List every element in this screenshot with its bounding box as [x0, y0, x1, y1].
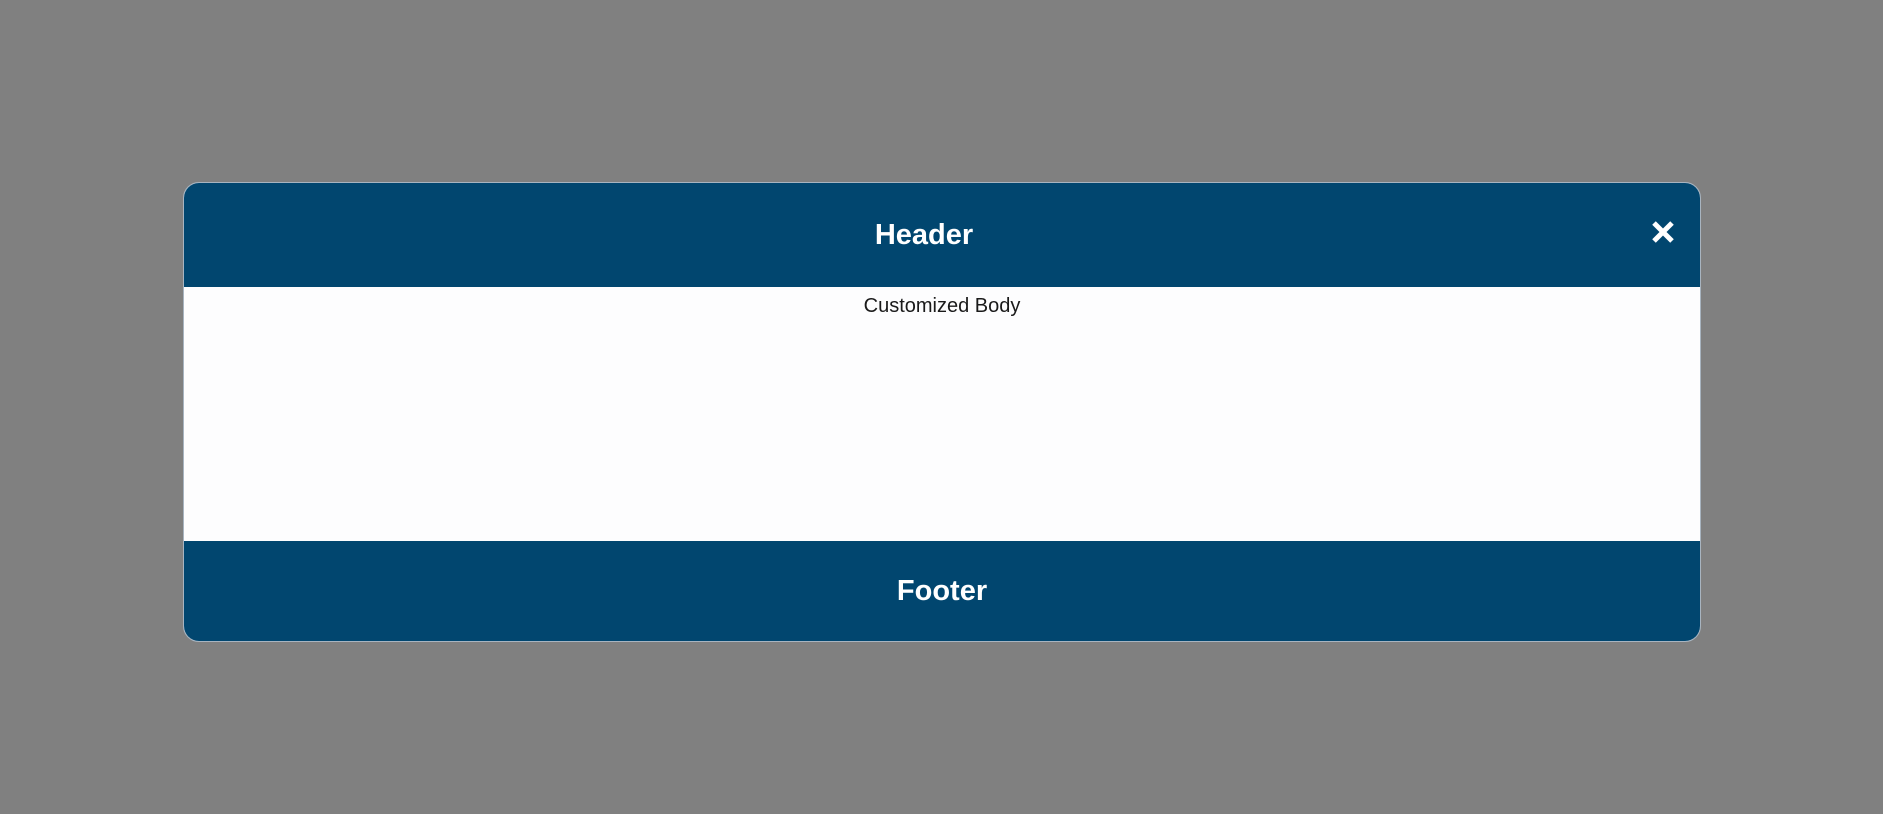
modal-header-title: Header [874, 218, 974, 251]
modal-footer: Footer [184, 541, 1700, 641]
close-button[interactable] [1648, 217, 1678, 247]
close-icon [1652, 221, 1674, 243]
modal-body-text: Customized Body [863, 295, 1021, 317]
modal-header: Header [184, 183, 1700, 287]
modal-footer-title: Footer [896, 574, 988, 607]
modal-body: Customized Body [184, 287, 1700, 541]
modal-dialog: Header Customized Body Footer [183, 182, 1701, 642]
